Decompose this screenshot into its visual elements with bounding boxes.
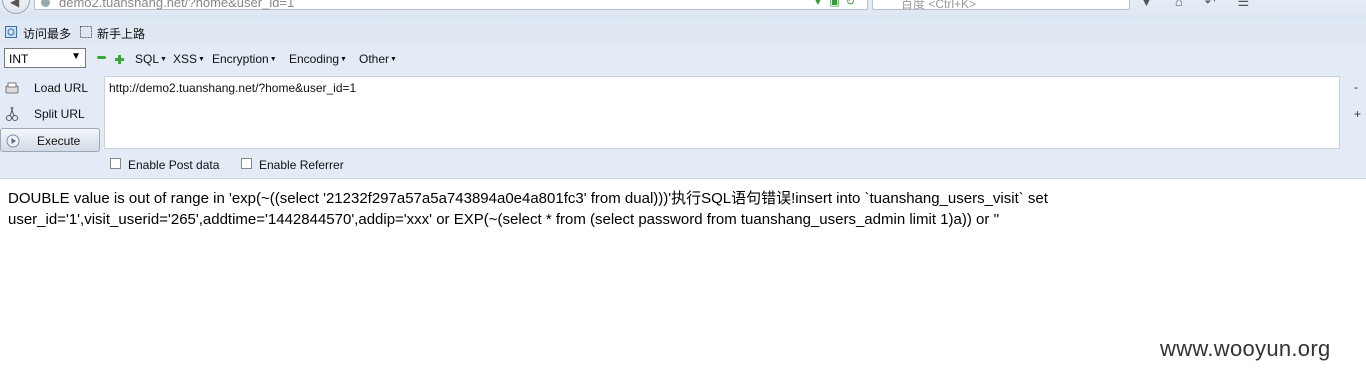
plus-icon[interactable] bbox=[115, 51, 124, 64]
bookmarks-bar: 访问最多 新手上路 bbox=[0, 20, 1366, 44]
caret-icon: ▼ bbox=[160, 56, 167, 64]
type-select[interactable]: INT ▼ bbox=[4, 48, 86, 68]
load-url-icon bbox=[4, 80, 20, 96]
shrink-button[interactable]: - bbox=[1354, 80, 1358, 94]
nav-toolbar-icons[interactable]: ▼⌂↶☰ bbox=[1140, 0, 1271, 10]
watermark: www.wooyun.org bbox=[1160, 336, 1331, 361]
scissors-icon bbox=[4, 106, 20, 122]
caret-icon: ▼ bbox=[269, 56, 277, 64]
error-line-1: DOUBLE value is out of range in 'exp(~((… bbox=[8, 190, 1048, 207]
split-url-button[interactable]: Split URL bbox=[0, 102, 100, 126]
load-url-button[interactable]: Load URL bbox=[0, 76, 100, 100]
enable-post-checkbox[interactable] bbox=[110, 158, 121, 169]
site-identity-icon bbox=[41, 0, 50, 7]
most-visited-icon bbox=[5, 25, 17, 38]
expand-button[interactable]: + bbox=[1354, 107, 1361, 121]
enable-referrer-label: Enable Referrer bbox=[259, 158, 344, 172]
browser-toolbar: ◀ demo2.tuanshang.net/?home&user_id=1 ▼▣… bbox=[0, 0, 1366, 20]
enable-referrer-checkbox[interactable] bbox=[241, 158, 252, 169]
sql-error-message: DOUBLE value is out of range in 'exp(~((… bbox=[8, 188, 1358, 230]
execute-button[interactable]: Execute bbox=[0, 128, 100, 152]
folder-icon bbox=[80, 25, 92, 38]
menu-sql[interactable]: SQL▼ bbox=[135, 52, 167, 66]
caret-icon: ▼ bbox=[390, 56, 397, 64]
url-textarea-value: http://demo2.tuanshang.net/?home&user_id… bbox=[109, 81, 357, 95]
chevron-down-icon: ▼ bbox=[71, 51, 81, 62]
url-textarea[interactable]: http://demo2.tuanshang.net/?home&user_id… bbox=[104, 76, 1340, 149]
caret-icon: ▼ bbox=[340, 56, 347, 64]
minus-icon[interactable] bbox=[97, 56, 106, 59]
address-bar-icons: ▼▣↻ bbox=[812, 0, 861, 8]
bookmark-most-visited[interactable]: 访问最多 bbox=[23, 25, 71, 42]
address-bar[interactable]: demo2.tuanshang.net/?home&user_id=1 ▼▣↻ bbox=[34, 0, 868, 10]
search-bar[interactable]: 百度 <Ctrl+K> bbox=[872, 0, 1130, 11]
back-arrow-icon: ◀ bbox=[10, 0, 20, 9]
execute-label: Execute bbox=[37, 134, 81, 148]
error-line-2: user_id='1',visit_userid='265',addtime='… bbox=[8, 211, 1000, 228]
menu-encoding[interactable]: Encoding▼ bbox=[289, 52, 347, 66]
search-placeholder: 百度 <Ctrl+K> bbox=[901, 0, 977, 11]
menu-other[interactable]: Other▼ bbox=[359, 52, 397, 66]
caret-icon: ▼ bbox=[198, 56, 205, 64]
load-url-label: Load URL bbox=[34, 81, 89, 95]
menu-xss[interactable]: XSS▼ bbox=[173, 52, 205, 66]
enable-post-label: Enable Post data bbox=[128, 158, 220, 172]
menu-encryption[interactable]: Encryption▼ bbox=[212, 52, 277, 66]
play-icon bbox=[5, 133, 21, 149]
address-text: demo2.tuanshang.net/?home&user_id=1 bbox=[59, 0, 295, 10]
hackbar-panel: INT ▼ SQL▼ XSS▼ Encryption▼ Encoding▼ Ot… bbox=[0, 44, 1366, 179]
bookmark-getting-started[interactable]: 新手上路 bbox=[97, 25, 145, 42]
type-select-value: INT bbox=[9, 52, 29, 66]
split-url-label: Split URL bbox=[34, 107, 85, 121]
